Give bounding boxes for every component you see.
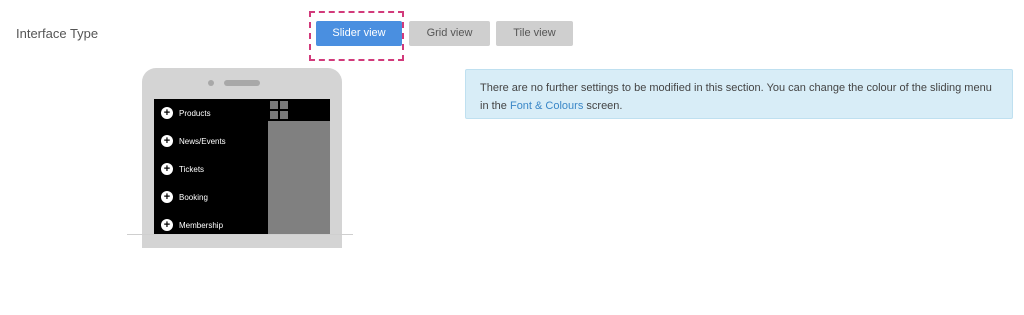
- menu-item-label: Tickets: [179, 164, 205, 174]
- menu-item-label: Products: [179, 108, 211, 118]
- slider-view-button[interactable]: Slider view: [316, 21, 402, 46]
- plus-icon: +: [161, 163, 173, 175]
- interface-type-label: Interface Type: [16, 26, 99, 41]
- menu-item-membership: + Membership: [154, 217, 223, 233]
- plus-icon: +: [161, 191, 173, 203]
- phone-camera: [208, 80, 214, 86]
- phone-screen: + Products + News/Events + Tickets + Boo…: [154, 99, 330, 235]
- menu-item-products: + Products: [154, 105, 211, 121]
- content-pane: [268, 121, 330, 235]
- tile-view-button[interactable]: Tile view: [496, 21, 573, 46]
- info-message: There are no further settings to be modi…: [465, 69, 1013, 119]
- info-text-end: screen.: [583, 100, 623, 112]
- phone-preview: + Products + News/Events + Tickets + Boo…: [142, 68, 342, 248]
- preview-base-line: [127, 234, 353, 235]
- menu-item-booking: + Booking: [154, 189, 208, 205]
- menu-item-label: Membership: [179, 220, 224, 230]
- menu-item-label: News/Events: [179, 136, 226, 146]
- grid-menu-icon: [270, 101, 288, 119]
- grid-view-button[interactable]: Grid view: [409, 21, 490, 46]
- plus-icon: +: [161, 135, 173, 147]
- plus-icon: +: [161, 219, 173, 231]
- menu-item-label: Booking: [179, 192, 208, 202]
- menu-item-tickets: + Tickets: [154, 161, 204, 177]
- plus-icon: +: [161, 107, 173, 119]
- phone-speaker: [224, 80, 260, 86]
- font-colours-link[interactable]: Font & Colours: [510, 100, 583, 112]
- menu-item-news-events: + News/Events: [154, 133, 226, 149]
